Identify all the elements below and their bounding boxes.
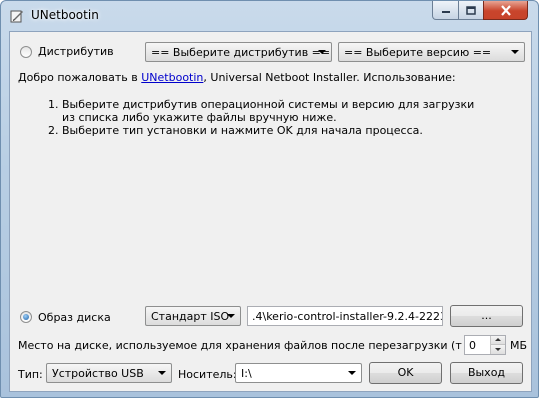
diskimage-path-field[interactable]: .4\kerio-control-installer-9.2.4-2223.is… (247, 306, 443, 326)
welcome-text: Добро пожаловать в UNetbootin, Universal… (18, 71, 456, 84)
chevron-down-icon (348, 371, 356, 375)
version-combo-value: == Выберите версию == (344, 46, 492, 59)
title-bar[interactable]: UNetbootin (1, 1, 538, 29)
diskimage-radio-label[interactable]: Образ диска (38, 311, 111, 324)
minimize-button[interactable] (432, 1, 459, 20)
main-panel: Дистрибутив == Выберите дистрибутив == =… (9, 31, 532, 392)
version-combo[interactable]: == Выберите версию == (338, 42, 525, 62)
spin-down-button[interactable] (491, 345, 505, 354)
media-label: Носитель: (178, 368, 237, 381)
chevron-down-icon (158, 371, 166, 375)
close-icon (500, 4, 511, 16)
window-title: UNetbootin (31, 8, 99, 22)
minimize-icon (441, 11, 450, 13)
install-type-value: Устройство USB (52, 367, 144, 380)
spin-buttons (490, 336, 505, 354)
spin-up-button[interactable] (491, 336, 505, 345)
maximize-button[interactable] (458, 1, 484, 20)
type-label: Тип: (18, 368, 43, 381)
chevron-down-icon (511, 50, 519, 54)
persistence-value: 0 (469, 339, 476, 352)
instruction-item: 1. Выберите дистрибутив операционной сис… (48, 98, 488, 124)
unetbootin-link[interactable]: UNetbootin (141, 71, 203, 84)
welcome-prefix: Добро пожаловать в (18, 71, 142, 84)
instruction-item: 2. Выберите тип установки и нажмите OK д… (48, 124, 488, 137)
diskimage-type-value: Стандарт ISO (151, 310, 230, 323)
install-type-combo[interactable]: Устройство USB (46, 363, 172, 383)
diskimage-type-combo[interactable]: Стандарт ISO (145, 306, 241, 326)
chevron-down-icon (318, 50, 326, 54)
close-button[interactable] (483, 1, 528, 20)
ok-button[interactable]: OK (369, 362, 442, 384)
instruction-text: Выберите дистрибутив операционной систем… (62, 98, 475, 124)
media-value: I:\ (241, 367, 252, 380)
unetbootin-window: UNetbootin Дистрибутив == Выберите дистр… (0, 0, 539, 398)
instructions-list: 1. Выберите дистрибутив операционной сис… (48, 98, 488, 137)
exit-button[interactable]: Выход (450, 362, 523, 384)
distribution-radio[interactable] (20, 46, 32, 58)
unetbootin-app-icon (10, 10, 23, 23)
distribution-radio-label[interactable]: Дистрибутив (38, 45, 114, 58)
maximize-icon (466, 5, 476, 15)
chevron-down-icon (227, 314, 235, 318)
instruction-number: 1. (48, 98, 59, 111)
persistence-unit: МБ (510, 339, 528, 352)
instruction-text: Выберите тип установки и нажмите OK для … (62, 124, 423, 137)
distribution-combo[interactable]: == Выберите дистрибутив == (145, 42, 332, 62)
welcome-suffix: , Universal Netboot Installer. Использов… (203, 71, 456, 84)
distribution-combo-value: == Выберите дистрибутив == (151, 46, 331, 59)
browse-button[interactable]: ... (450, 305, 523, 327)
persistence-label: Место на диске, используемое для хранени… (18, 339, 462, 352)
diskimage-radio[interactable] (20, 311, 32, 323)
persistence-spinbox[interactable]: 0 (464, 335, 506, 355)
instruction-number: 2. (48, 124, 59, 137)
media-combo[interactable]: I:\ (235, 363, 362, 383)
diskimage-path-value: .4\kerio-control-installer-9.2.4-2223.is… (252, 310, 442, 323)
